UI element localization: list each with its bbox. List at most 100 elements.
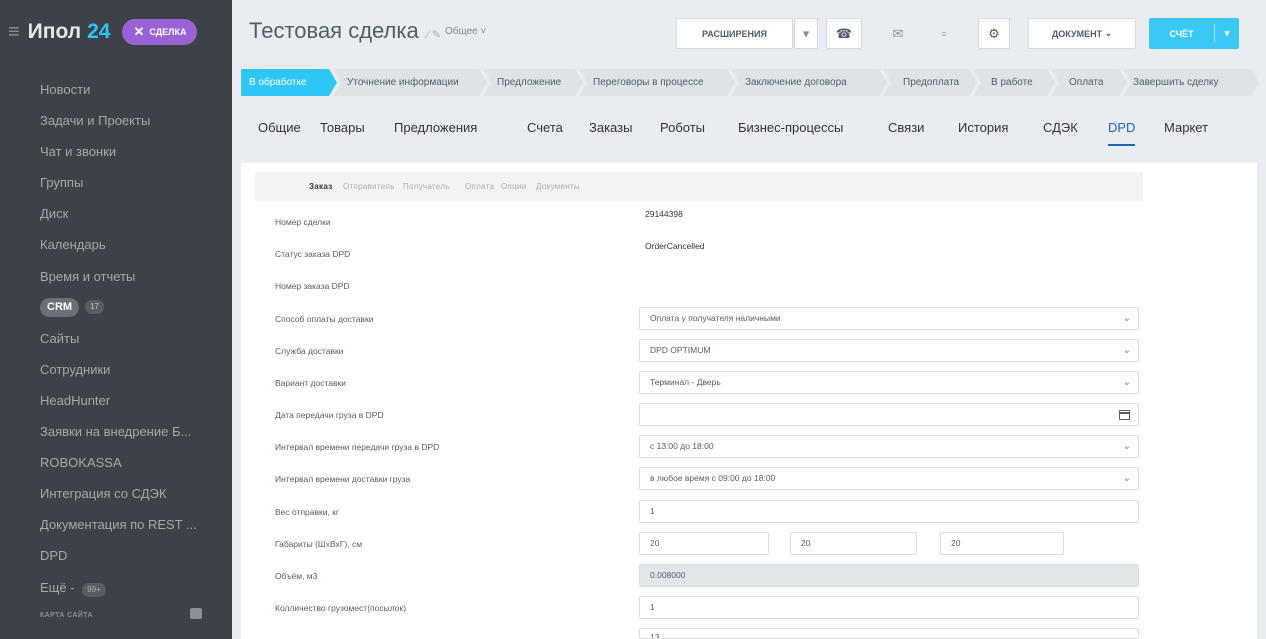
- stage-label: Оплата: [1069, 77, 1104, 88]
- stage-finish[interactable]: Завершить сделку: [1123, 69, 1259, 96]
- tab-cdek[interactable]: СДЭК: [1043, 120, 1078, 135]
- chevron-down-icon: ⌄: [1122, 473, 1131, 484]
- subtab-payment[interactable]: Оплата: [465, 182, 494, 191]
- sidebar-item-crm[interactable]: CRM 17: [0, 292, 232, 323]
- sidebar-item-dpd[interactable]: DPD: [0, 540, 232, 571]
- subtab-recipient[interactable]: Получатель: [403, 182, 450, 191]
- sidebar-item-cdek[interactable]: Интеграция со СДЭК: [0, 478, 232, 509]
- order-status-value: OrderCancelled: [645, 241, 705, 251]
- crm-counter: 17: [85, 300, 104, 315]
- transfer-date-input[interactable]: [639, 403, 1139, 426]
- tab-robots[interactable]: Роботы: [660, 120, 705, 135]
- tab-dpd[interactable]: DPD: [1108, 120, 1136, 146]
- sidebar-item-requests[interactable]: Заявки на внедрение Б...: [0, 416, 232, 447]
- sitemap-link[interactable]: КАРТА САЙТА: [40, 612, 93, 619]
- sidebar-item-tasks[interactable]: Задачи и Проекты: [0, 105, 232, 136]
- document-button[interactable]: ДОКУМЕНТ ⌄: [1028, 18, 1136, 49]
- stage-contract[interactable]: Заключение договора: [731, 69, 887, 96]
- tab-general[interactable]: Общие: [258, 120, 301, 135]
- places-input[interactable]: 1: [639, 596, 1139, 619]
- stage-label: Переговоры в процессе: [593, 77, 704, 88]
- volume-value: 0.008000: [650, 570, 686, 580]
- sidebar-item-more[interactable]: Ещё - 99+: [0, 572, 232, 603]
- sidebar-item-employees[interactable]: Сотрудники: [0, 354, 232, 385]
- extensions-button[interactable]: РАСШИРЕНИЯ: [676, 18, 793, 49]
- tab-links[interactable]: Связи: [888, 120, 924, 135]
- more-counter: 99+: [82, 582, 106, 597]
- transfer-interval-select[interactable]: с 13:00 до 18:00 ⌄: [639, 435, 1139, 458]
- left-sidebar: ≡ Ипол 24 ✕ СДЕЛКА Новости Задачи и Прое…: [0, 0, 232, 639]
- stage-processing[interactable]: В обработке: [241, 69, 337, 96]
- stage-negotiation[interactable]: Переговоры в процессе: [579, 69, 735, 96]
- calendar-icon[interactable]: [1119, 410, 1130, 420]
- category-dropdown[interactable]: Общее ˅: [445, 26, 486, 37]
- order-number-label: Номер заказа DPD: [275, 281, 350, 291]
- sidebar-item-headhunter[interactable]: HeadHunter: [0, 385, 232, 416]
- tab-invoices[interactable]: Счета: [527, 120, 563, 135]
- chevron-down-icon: ⌄: [1122, 345, 1131, 356]
- dpd-subtabs: Заказ Отправитель Получатель Оплата Опци…: [255, 172, 1143, 201]
- chat-icon[interactable]: ▫: [926, 18, 962, 49]
- sidebar-item-rest-docs[interactable]: Документация по REST ...: [0, 509, 232, 540]
- sidebar-item-time[interactable]: Время и отчеты: [0, 261, 232, 292]
- stage-payment[interactable]: Оплата: [1051, 69, 1127, 96]
- subtab-options[interactable]: Опции: [501, 182, 527, 191]
- transfer-interval-value: с 13:00 до 18:00: [650, 441, 714, 451]
- stage-label: Предоплата: [903, 77, 960, 88]
- service-value: DPD OPTIMUM: [650, 345, 711, 355]
- invoice-dropdown-icon[interactable]: ▾: [1215, 28, 1239, 39]
- service-select[interactable]: DPD OPTIMUM ⌄: [639, 339, 1139, 362]
- edit-pencil-icon[interactable]: ⁄ ✎: [427, 28, 441, 41]
- stage-prepayment[interactable]: Предоплата: [883, 69, 977, 96]
- transfer-interval-label: Интервал времени передачи груза в DPD: [275, 442, 440, 452]
- subtab-documents[interactable]: Документы: [536, 182, 580, 191]
- variant-label: Вариант доставки: [275, 378, 346, 388]
- tab-history[interactable]: История: [958, 120, 1008, 135]
- chevron-down-icon: ⌄: [1122, 313, 1131, 324]
- sidebar-item-robokassa[interactable]: ROBOKASSA: [0, 447, 232, 478]
- extensions-dropdown-icon[interactable]: ▾: [794, 18, 818, 49]
- stage-label: В работе: [991, 77, 1033, 88]
- stage-in-progress[interactable]: В работе: [973, 69, 1055, 96]
- stage-clarification[interactable]: Уточнение информации: [333, 69, 487, 96]
- invoice-button[interactable]: СЧЁТ ▾: [1149, 18, 1239, 49]
- close-deal-pill[interactable]: ✕ СДЕЛКА: [122, 19, 198, 45]
- width-input[interactable]: 20: [639, 532, 769, 555]
- gear-icon[interactable]: ⚙: [978, 18, 1010, 49]
- tab-orders[interactable]: Заказы: [589, 120, 632, 135]
- tab-business-processes[interactable]: Бизнес-процессы: [738, 120, 843, 135]
- extensions-label: РАСШИРЕНИЯ: [702, 28, 767, 39]
- logo-number[interactable]: 24: [87, 20, 110, 44]
- phone-icon[interactable]: ☎: [826, 18, 862, 49]
- invoice-label: СЧЁТ: [1169, 28, 1194, 39]
- menu-icon[interactable]: ≡: [8, 21, 20, 44]
- subtab-sender[interactable]: Отправитель: [343, 182, 395, 191]
- sidebar-item-chat[interactable]: Чат и звонки: [0, 136, 232, 167]
- weight-input[interactable]: 1: [639, 500, 1139, 523]
- variant-value: Терминал - Дверь: [650, 377, 721, 387]
- tab-products[interactable]: Товары: [320, 120, 365, 135]
- sidebar-menu: Новости Задачи и Проекты Чат и звонки Гр…: [0, 74, 232, 603]
- payment-method-select[interactable]: Оплата у получателя наличными ⌄: [639, 307, 1139, 330]
- next-row-input[interactable]: 13: [639, 628, 1139, 639]
- delivery-interval-select[interactable]: в любое время с 09:00 до 18:00 ⌄: [639, 467, 1139, 490]
- stage-offer[interactable]: Предложение: [483, 69, 583, 96]
- transfer-date-label: Дата передачи груза в DPD: [275, 410, 384, 420]
- sidebar-item-news[interactable]: Новости: [0, 74, 232, 105]
- sidebar-item-disk[interactable]: Диск: [0, 198, 232, 229]
- mail-icon[interactable]: ✉: [880, 18, 916, 49]
- logo-text[interactable]: Ипол: [28, 20, 81, 44]
- variant-select[interactable]: Терминал - Дверь ⌄: [639, 371, 1139, 394]
- depth-input[interactable]: 20: [940, 532, 1064, 555]
- subtab-order[interactable]: Заказ: [309, 182, 333, 191]
- printer-icon[interactable]: [190, 608, 202, 619]
- document-label: ДОКУМЕНТ: [1051, 28, 1103, 39]
- sidebar-item-sites[interactable]: Сайты: [0, 323, 232, 354]
- tab-offers[interactable]: Предложения: [394, 120, 477, 135]
- tab-market[interactable]: Маркет: [1164, 120, 1208, 135]
- close-icon[interactable]: ✕: [133, 24, 144, 40]
- places-value: 1: [650, 602, 655, 612]
- sidebar-item-groups[interactable]: Группы: [0, 167, 232, 198]
- height-input[interactable]: 20: [790, 532, 917, 555]
- sidebar-item-calendar[interactable]: Календарь: [0, 229, 232, 260]
